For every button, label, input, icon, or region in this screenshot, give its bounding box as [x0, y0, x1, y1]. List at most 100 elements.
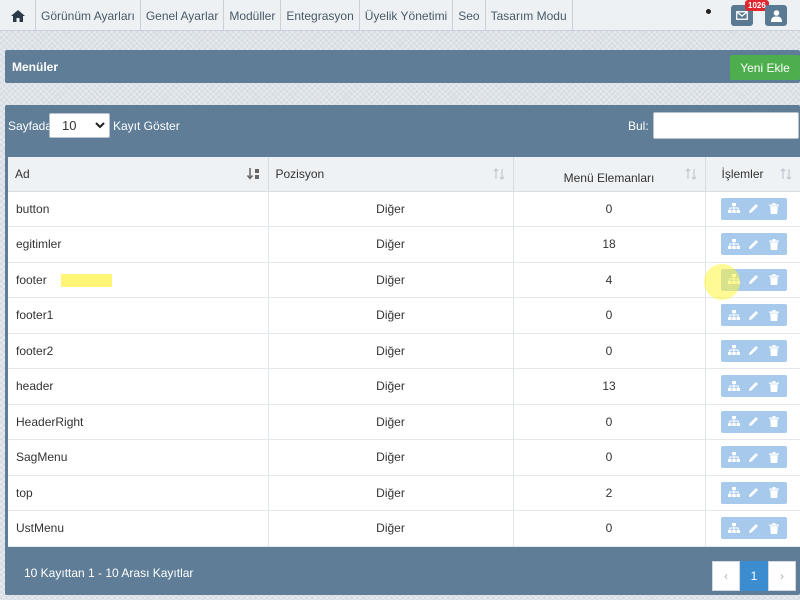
row-actions: [706, 517, 800, 540]
cell-ad: top: [8, 475, 269, 511]
cell-pozisyon: Diğer: [268, 262, 514, 298]
column-header-label: Ad: [15, 166, 30, 181]
nav-gorunum-ayarlari[interactable]: Görünüm Ayarları: [36, 0, 141, 31]
column-header-pozisyon[interactable]: Pozisyon: [268, 157, 514, 192]
delete-button[interactable]: [766, 236, 782, 252]
cell-pozisyon: Diğer: [268, 475, 514, 511]
page-header: Menüler: [5, 50, 800, 83]
pencil-icon: [749, 381, 758, 391]
user-button[interactable]: [765, 5, 787, 26]
edit-button[interactable]: [746, 236, 762, 252]
edit-button[interactable]: [746, 414, 762, 430]
cell-menu-elemanlari: 18: [513, 226, 706, 263]
column-header-islemler[interactable]: İşlemler: [705, 157, 800, 192]
cell-menu-elemanlari: 13: [513, 368, 706, 405]
pagination-prev[interactable]: ‹: [712, 561, 740, 591]
cell-menu-elemanlari: 0: [513, 191, 706, 227]
search-label: Bul:: [628, 119, 649, 133]
menu-items-button[interactable]: [726, 414, 742, 430]
page-size-value: 10: [62, 118, 77, 133]
table-row: UstMenu Diğer 0: [8, 510, 800, 547]
edit-button[interactable]: [746, 272, 762, 288]
delete-button[interactable]: [766, 449, 782, 465]
action-group: [720, 481, 787, 504]
menu-items-button[interactable]: [726, 343, 742, 359]
sitemap-icon: [727, 416, 740, 427]
menu-name: SagMenu: [16, 450, 68, 465]
nav-tasarim-modu[interactable]: Tasarım Modu: [486, 0, 573, 31]
table-row: HeaderRight Diğer 0: [8, 404, 800, 440]
delete-button[interactable]: [766, 272, 782, 288]
action-group: [720, 375, 787, 398]
delete-button[interactable]: [766, 307, 782, 323]
pagination-page[interactable]: 1: [740, 561, 768, 591]
menu-items-button[interactable]: [726, 307, 742, 323]
cell-ad: egitimler: [8, 226, 269, 263]
nav-seo[interactable]: Seo: [453, 0, 486, 31]
edit-button[interactable]: [746, 343, 762, 359]
pencil-icon: [749, 523, 758, 533]
table-header-row: Ad Pozisyon Menü Elemanları İşlemler: [8, 157, 800, 192]
column-header-ad[interactable]: Ad: [8, 157, 269, 192]
menu-items-button[interactable]: [726, 485, 742, 501]
sitemap-icon: [727, 345, 740, 356]
cell-ad: header: [8, 368, 269, 405]
edit-button[interactable]: [746, 485, 762, 501]
cell-islemler: [705, 191, 800, 227]
pencil-icon: [749, 310, 758, 320]
row-actions: [706, 197, 800, 220]
menus-table: Ad Pozisyon Menü Elemanları İşlemler but…: [8, 157, 800, 547]
pencil-icon: [749, 239, 758, 249]
pagination-next[interactable]: ›: [768, 561, 796, 591]
delete-button[interactable]: [766, 485, 782, 501]
cell-menu-elemanlari: 2: [513, 475, 706, 511]
add-new-button[interactable]: Yeni Ekle: [730, 55, 800, 80]
edit-button[interactable]: [746, 201, 762, 217]
page-title: Menüler: [12, 60, 59, 74]
cell-ad: button: [8, 191, 269, 227]
menu-items-button[interactable]: [726, 201, 742, 217]
menu-items-button[interactable]: [726, 378, 742, 394]
edit-button[interactable]: [746, 520, 762, 536]
delete-button[interactable]: [766, 343, 782, 359]
delete-button[interactable]: [766, 414, 782, 430]
edit-button[interactable]: [746, 307, 762, 323]
column-header-label: Menü Elemanları: [563, 170, 655, 185]
search-input[interactable]: [653, 112, 799, 139]
menu-items-button[interactable]: [726, 520, 742, 536]
delete-button[interactable]: [766, 201, 782, 217]
pagination: ‹ 1 ›: [712, 561, 796, 591]
cell-menu-elemanlari: 0: [513, 404, 706, 440]
chevron-down-icon: [95, 122, 105, 129]
delete-button[interactable]: [766, 520, 782, 536]
menu-items-button[interactable]: [726, 236, 742, 252]
action-group: [720, 304, 787, 327]
menu-name: footer1: [16, 308, 54, 323]
page-size-select[interactable]: 10: [49, 113, 110, 138]
nav-uyelik-yonetimi[interactable]: Üyelik Yönetimi: [360, 0, 454, 31]
sitemap-icon: [727, 203, 740, 214]
row-actions: [706, 446, 800, 469]
action-group: [720, 197, 787, 220]
menu-items-button[interactable]: [726, 449, 742, 465]
home-button[interactable]: [0, 0, 36, 31]
cell-menu-elemanlari: 4: [513, 262, 706, 298]
table-row: header Diğer 13: [8, 368, 800, 405]
sort-icon: [780, 168, 791, 180]
delete-button[interactable]: [766, 378, 782, 394]
nav-entegrasyon[interactable]: Entegrasyon: [281, 0, 360, 31]
main-nav: Görünüm Ayarları Genel Ayarlar Modüller …: [0, 0, 573, 31]
nav-moduller[interactable]: Modüller: [224, 0, 282, 31]
column-header-menu-elemanlari[interactable]: Menü Elemanları: [513, 157, 706, 192]
cell-menu-elemanlari: 0: [513, 297, 706, 334]
menu-name: HeaderRight: [16, 414, 84, 429]
nav-genel-ayarlar[interactable]: Genel Ayarlar: [141, 0, 225, 31]
menu-items-button[interactable]: [726, 272, 742, 288]
column-header-label: İşlemler: [721, 166, 764, 181]
cell-pozisyon: Diğer: [268, 404, 514, 440]
sitemap-icon: [727, 274, 740, 285]
edit-button[interactable]: [746, 449, 762, 465]
table-row: button Diğer 0: [8, 191, 800, 227]
edit-button[interactable]: [746, 378, 762, 394]
sitemap-icon: [727, 487, 740, 498]
